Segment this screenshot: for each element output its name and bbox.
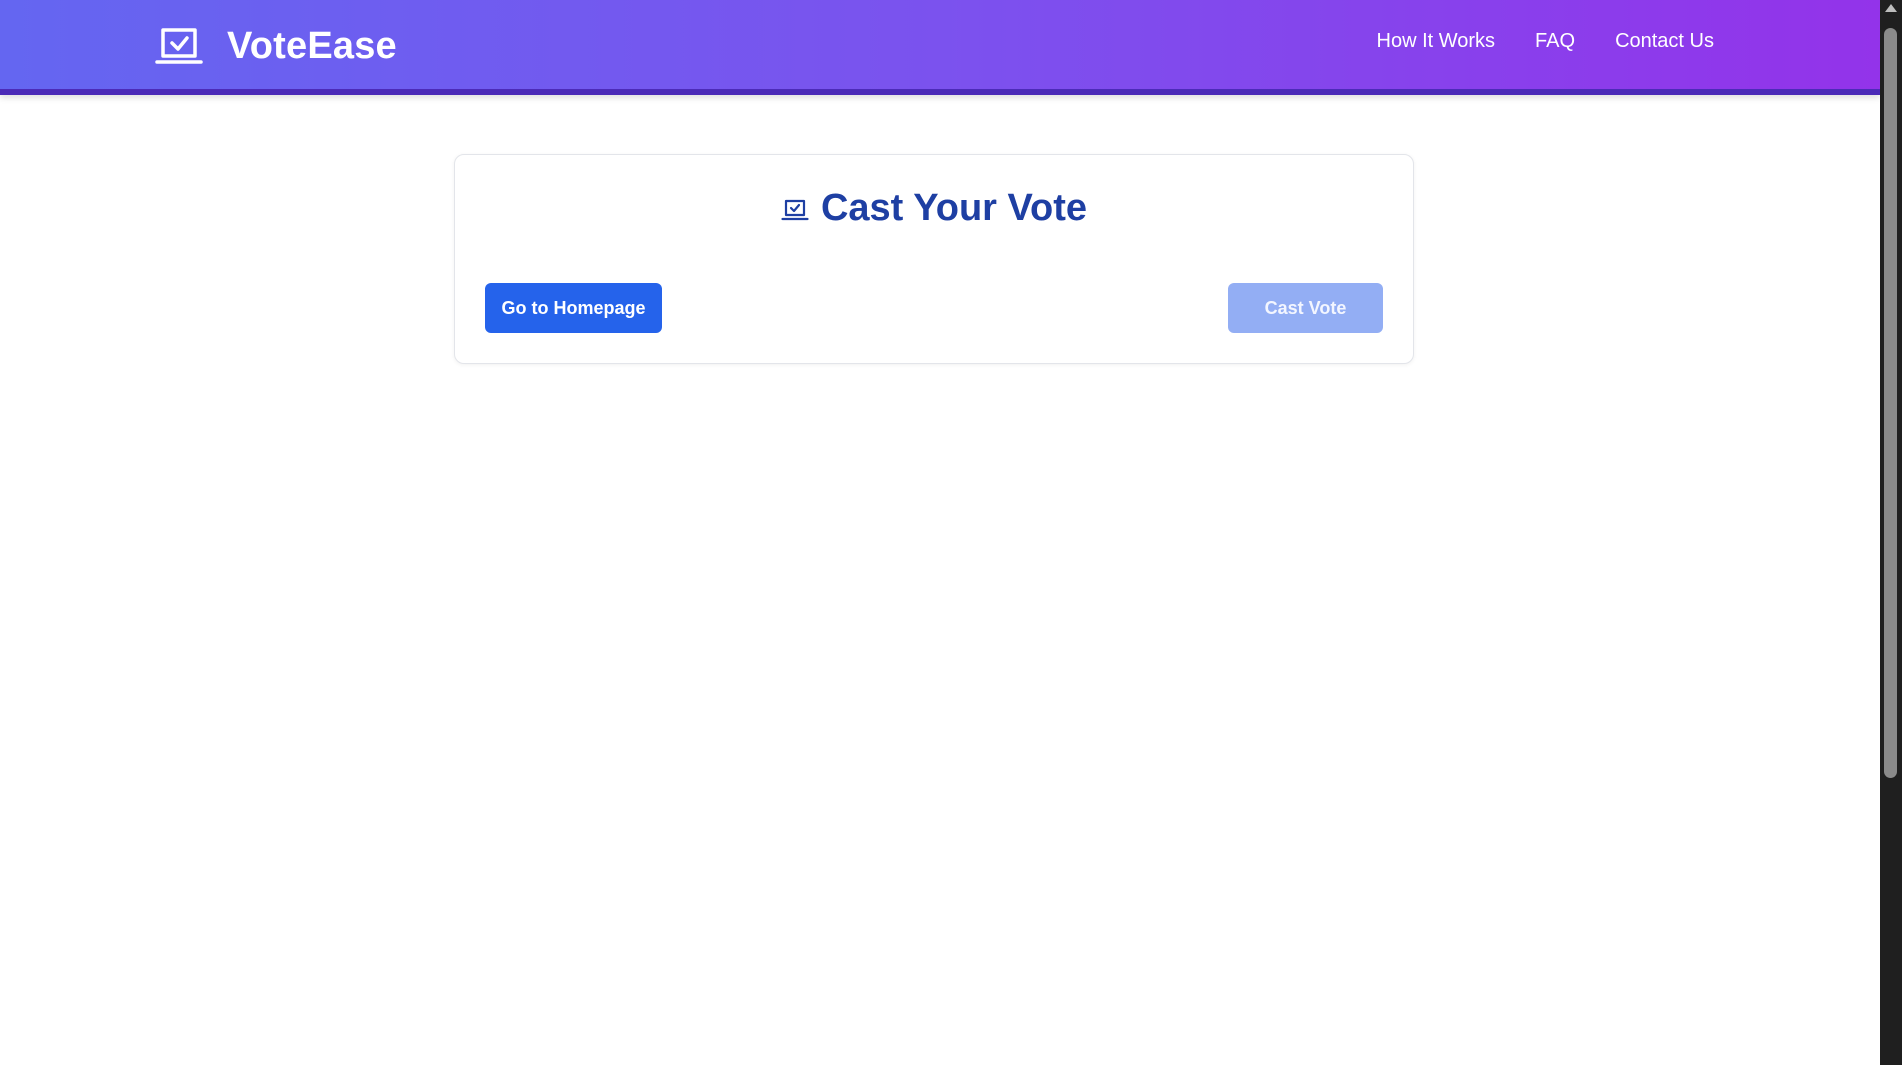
vote-card: Cast Your Vote Go to Homepage Cast Vote <box>454 154 1414 364</box>
go-to-homepage-button[interactable]: Go to Homepage <box>485 283 662 333</box>
scrollbar-thumb[interactable] <box>1884 28 1897 778</box>
ballot-box-check-icon <box>781 199 809 220</box>
nav-link-faq[interactable]: FAQ <box>1535 30 1575 53</box>
page: VoteEase How It Works FAQ Contact Us Cas… <box>0 0 1880 1065</box>
page-title: Cast Your Vote <box>820 187 1088 229</box>
vertical-scrollbar[interactable] <box>1880 0 1902 1065</box>
cast-vote-button[interactable]: Cast Vote <box>1228 283 1383 333</box>
main-nav: How It Works FAQ Contact Us <box>1377 30 1715 53</box>
brand[interactable]: VoteEase <box>155 24 397 68</box>
scroll-up-arrow-icon[interactable] <box>1885 4 1897 12</box>
nav-link-contact-us[interactable]: Contact Us <box>1615 30 1714 53</box>
nav-link-how-it-works[interactable]: How It Works <box>1377 30 1496 53</box>
card-title-row: Cast Your Vote <box>455 187 1413 230</box>
brand-name: VoteEase <box>227 24 397 67</box>
ballot-box-check-icon <box>155 28 203 64</box>
site-header: VoteEase How It Works FAQ Contact Us <box>0 0 1880 95</box>
